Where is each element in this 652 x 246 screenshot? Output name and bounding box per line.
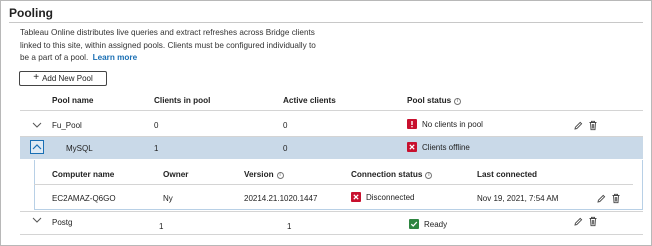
col-header-last-connected: Last connected — [477, 170, 538, 179]
owner: Ny — [163, 194, 173, 203]
pool-name[interactable]: Fu_Pool — [52, 121, 82, 130]
section-title: Pooling — [9, 6, 53, 20]
col-header-computer-name: Computer name — [52, 170, 115, 179]
pool-status-text: Clients offline — [422, 142, 470, 152]
clients-in-pool: 1 — [159, 222, 164, 231]
trash-icon[interactable] — [588, 216, 598, 227]
trash-icon[interactable] — [588, 120, 598, 131]
table-row-selected[interactable] — [20, 137, 643, 159]
active-clients: 0 — [283, 121, 288, 130]
pool-status: Ready — [409, 219, 447, 229]
pool-status-header-label: Pool status — [407, 96, 452, 105]
title-divider — [9, 22, 643, 23]
pool-status-text: Ready — [424, 219, 448, 229]
version: 20214.21.1020.1447 — [244, 194, 318, 203]
chevron-down-icon[interactable] — [31, 120, 43, 130]
connection-status-text: Disconnected — [366, 192, 415, 202]
add-new-pool-label: Add New Pool — [42, 74, 93, 83]
description-text: Tableau Online distributes live queries … — [20, 28, 316, 62]
col-header-connection-status: Connection status i — [351, 170, 433, 179]
error-icon — [407, 119, 417, 129]
pool-name[interactable]: MySQL — [66, 144, 93, 153]
col-header-pool-name: Pool name — [52, 96, 94, 105]
pool-status: No clients in pool — [407, 119, 483, 129]
header-divider — [20, 110, 643, 111]
active-clients: 1 — [287, 222, 292, 231]
trash-icon[interactable] — [611, 193, 621, 204]
info-icon[interactable]: i — [454, 98, 462, 105]
plus-icon: + — [33, 72, 40, 83]
chevron-up-icon — [32, 144, 42, 150]
add-new-pool-button[interactable]: + Add New Pool — [19, 71, 107, 86]
computer-name: EC2AMAZ-Q6GO — [52, 194, 116, 203]
ready-check-icon — [409, 219, 419, 229]
row-divider — [20, 211, 643, 212]
pool-name[interactable]: Postg — [52, 218, 72, 227]
learn-more-link[interactable]: Learn more — [93, 53, 138, 62]
pencil-icon[interactable] — [573, 216, 583, 227]
pool-status-text: No clients in pool — [422, 119, 483, 129]
col-header-clients-in-pool: Clients in pool — [154, 96, 211, 105]
row-divider — [20, 234, 643, 235]
disconnected-icon — [351, 192, 361, 202]
col-header-active-clients: Active clients — [283, 96, 336, 105]
pool-status: Clients offline — [407, 142, 470, 152]
offline-icon — [407, 142, 417, 152]
connection-status: Disconnected — [351, 192, 414, 202]
col-header-version: Version i — [244, 170, 284, 179]
clients-in-pool: 0 — [154, 121, 159, 130]
chevron-down-icon[interactable] — [31, 215, 43, 225]
clients-in-pool: 1 — [154, 144, 159, 153]
version-header-label: Version — [244, 170, 274, 179]
subtable-header-divider — [34, 184, 633, 185]
info-icon[interactable]: i — [425, 172, 433, 179]
connection-status-header-label: Connection status — [351, 170, 423, 179]
pencil-icon[interactable] — [573, 120, 583, 131]
col-header-owner: Owner — [163, 170, 189, 179]
active-clients: 0 — [283, 144, 288, 153]
last-connected: Nov 19, 2021, 7:54 AM — [477, 194, 559, 203]
info-icon[interactable]: i — [276, 172, 284, 179]
section-description: Tableau Online distributes live queries … — [20, 27, 320, 65]
col-header-pool-status: Pool status i — [407, 96, 462, 105]
pencil-icon[interactable] — [596, 193, 606, 204]
